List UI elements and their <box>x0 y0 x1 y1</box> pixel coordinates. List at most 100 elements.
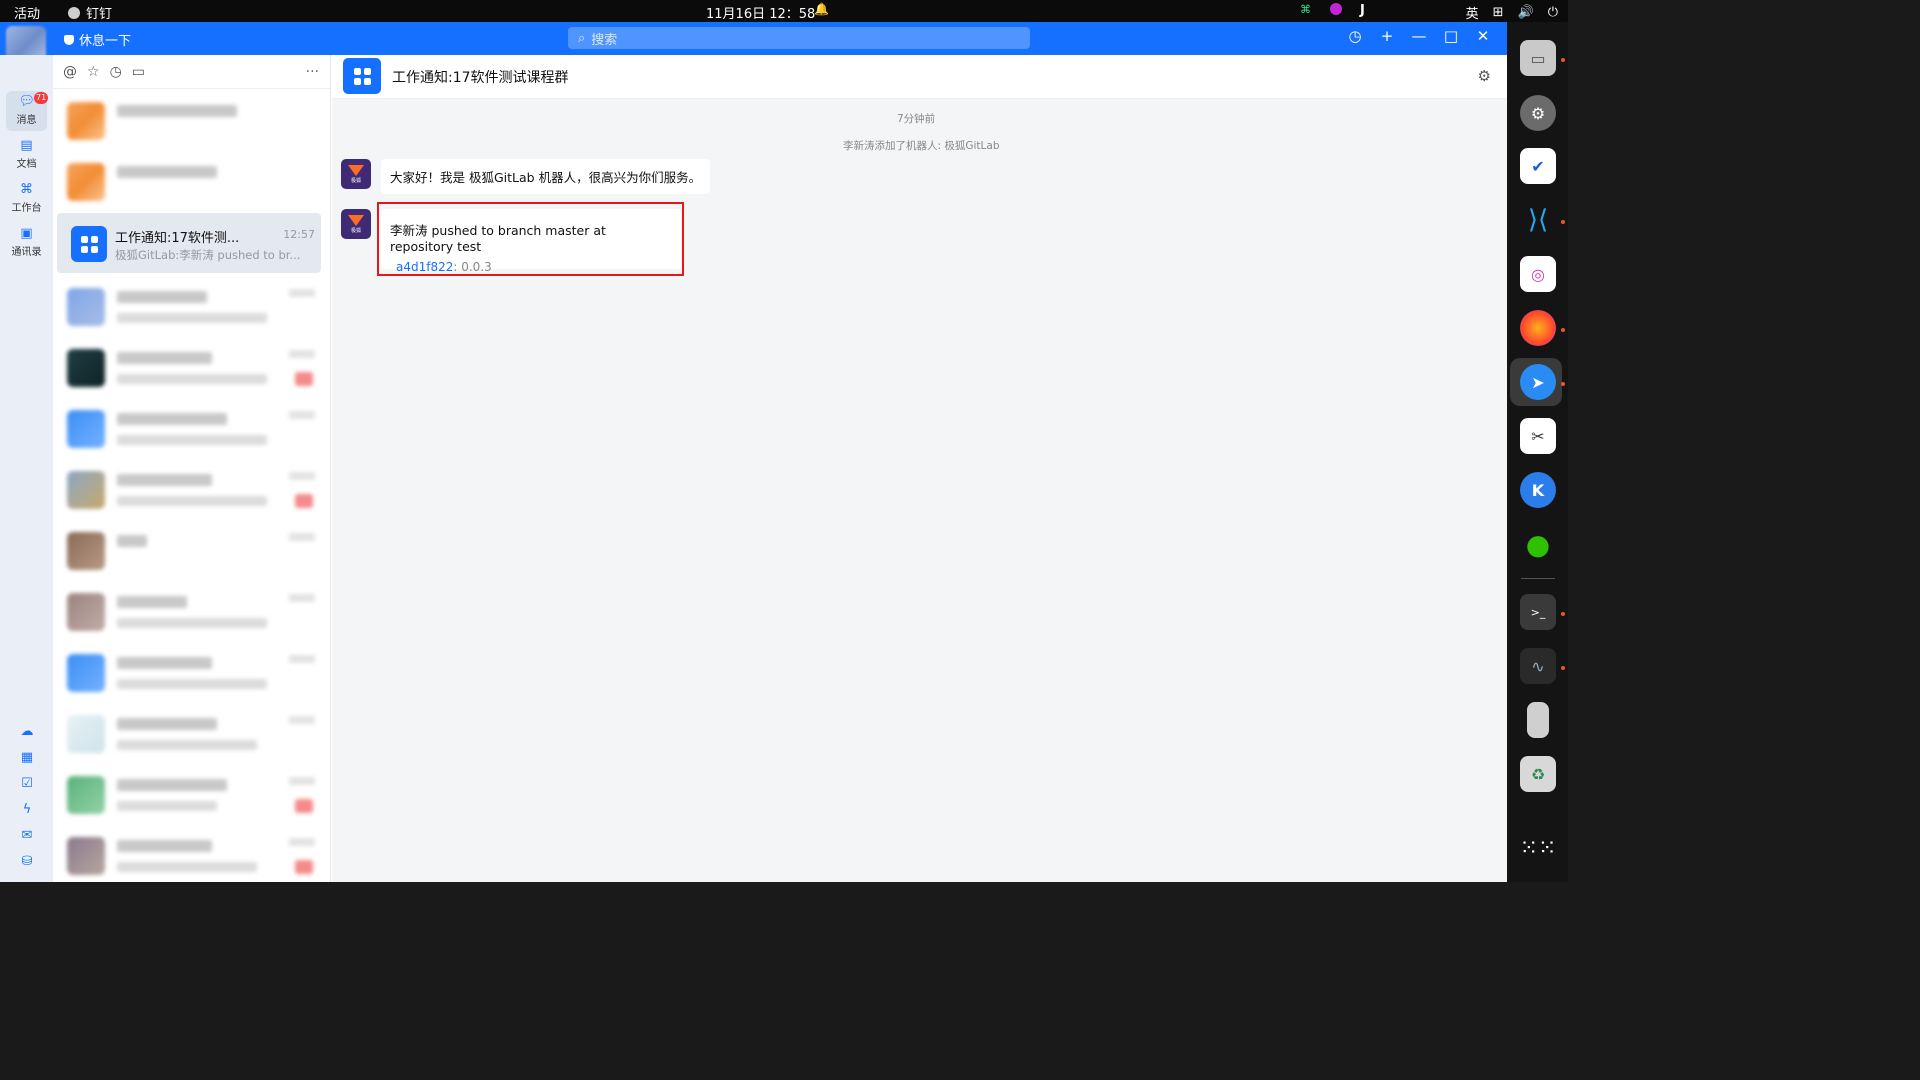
clock[interactable]: 11月16日 12：58 <box>706 3 815 22</box>
tray-network-app-icon[interactable]: ⌘ <box>1300 3 1312 16</box>
gear-icon[interactable]: ⚙ <box>1478 67 1491 85</box>
list-item[interactable] <box>57 765 321 825</box>
list-item[interactable] <box>57 277 321 337</box>
redacted-preview <box>117 313 267 323</box>
more-icon[interactable]: ··· <box>306 64 319 80</box>
clock-icon[interactable]: ◷ <box>110 64 122 80</box>
list-item[interactable] <box>57 399 321 459</box>
system-tray: ⌘ J <box>1300 3 1372 18</box>
settings-icon[interactable]: ⚙ <box>1520 95 1556 131</box>
list-toolbar: @ ☆ ◷ ▭ ··· <box>53 55 330 89</box>
unread-badge <box>295 799 313 813</box>
nav-item-workbench[interactable]: ⌘ 工作台 <box>6 179 47 219</box>
user-status[interactable]: 休息一下 <box>64 30 131 49</box>
files-icon[interactable]: ▭ <box>1520 40 1556 76</box>
add-icon[interactable]: + <box>1378 27 1396 45</box>
document-icon: ▤ <box>20 138 33 153</box>
mail-icon[interactable]: ✉ <box>18 827 36 845</box>
firefox-icon[interactable] <box>1520 310 1556 346</box>
redacted-name <box>117 105 237 117</box>
power-icon[interactable]: ⏻ <box>1548 5 1558 20</box>
nav-item-messages[interactable]: 💬︎ 71 消息 <box>6 91 49 131</box>
maximize-button[interactable]: □ <box>1442 27 1460 45</box>
lightning-icon[interactable]: ϟ <box>18 801 36 819</box>
gitlab-bot-avatar[interactable]: 极狐 <box>341 209 371 239</box>
app-menu[interactable]: 钉钉 <box>68 3 112 22</box>
list-item[interactable] <box>57 704 321 764</box>
list-item[interactable] <box>57 338 321 398</box>
list-item[interactable] <box>57 582 321 642</box>
redacted-name <box>117 413 227 425</box>
screenshot-icon[interactable]: ✂ <box>1520 418 1556 454</box>
volume-icon[interactable]: 🔊 <box>1518 5 1534 20</box>
avatar <box>67 593 105 631</box>
avatar <box>67 288 105 326</box>
work-notice-icon <box>343 58 381 94</box>
nav-item-documents[interactable]: ▤ 文档 <box>6 135 47 175</box>
history-icon[interactable]: ◷ <box>1346 27 1364 45</box>
phone-icon[interactable] <box>1527 702 1549 738</box>
global-search-input[interactable]: ⌕ 搜索 <box>568 27 1030 49</box>
bot-avatar-label: 极狐 <box>350 177 361 184</box>
list-item-selected[interactable]: 工作通知:17软件测... 12:57 极狐GitLab:李新涛 pushed … <box>57 213 321 273</box>
ide-icon[interactable]: ◎ <box>1520 256 1556 292</box>
file-icon[interactable]: ▭ <box>132 64 145 80</box>
terminal-icon[interactable]: >_ <box>1520 594 1556 630</box>
system-monitor-icon[interactable]: ∿ <box>1520 648 1556 684</box>
wechat-icon[interactable]: ● <box>1520 526 1556 562</box>
todo-icon[interactable]: ☑ <box>18 775 36 793</box>
nav-label: 文档 <box>16 159 37 170</box>
system-notice: 李新涛添加了机器人: 极狐GitLab <box>843 140 1000 152</box>
redacted-preview <box>117 740 257 750</box>
at-icon[interactable]: @ <box>63 64 77 80</box>
notification-bell-icon[interactable]: 🔔 <box>814 2 829 16</box>
minimize-button[interactable]: — <box>1410 27 1428 45</box>
redacted-preview <box>117 801 217 811</box>
calendar-icon[interactable]: ▦ <box>18 749 36 767</box>
list-item[interactable] <box>57 521 321 581</box>
message-icon: 💬︎ <box>18 94 36 109</box>
list-item[interactable] <box>57 91 321 151</box>
conversation-preview: 极狐GitLab:李新涛 pushed to br... <box>115 248 301 262</box>
redacted-preview <box>117 435 267 445</box>
nav-rail: 💬︎ 71 消息 ▤ 文档 ⌘ 工作台 ▣ 通讯录 ☁ ▦ ☑ ϟ ✉ ⛁ <box>0 55 53 882</box>
redacted-name <box>117 352 212 364</box>
dingtalk-icon[interactable]: ➤ <box>1520 364 1556 400</box>
cloud-icon[interactable]: ☁ <box>18 723 36 741</box>
tray-color-app-icon[interactable] <box>1330 3 1342 15</box>
list-item[interactable] <box>57 460 321 520</box>
status-label: 休息一下 <box>79 34 132 49</box>
kdocs-icon[interactable]: K <box>1520 472 1556 508</box>
activities-button[interactable]: 活动 <box>14 3 40 22</box>
star-icon[interactable]: ☆ <box>87 64 100 80</box>
unread-badge <box>295 860 313 874</box>
redacted-time <box>289 716 315 724</box>
wps-icon[interactable]: ✔ <box>1520 148 1556 184</box>
tray-j-app-icon[interactable]: J <box>1360 3 1372 18</box>
avatar <box>67 471 105 509</box>
redacted-time <box>289 350 315 358</box>
nav-label: 通讯录 <box>11 247 42 258</box>
redacted-preview <box>117 679 267 689</box>
nav-label: 消息 <box>16 115 37 126</box>
redacted-preview <box>117 496 267 506</box>
chat-header: 工作通知:17软件测试课程群 ⚙ <box>332 55 1507 99</box>
highlight-box <box>377 202 684 276</box>
app-grid-icon[interactable]: ⁙⁙ <box>1520 830 1557 866</box>
avatar <box>67 102 105 140</box>
input-method-indicator[interactable]: 英 <box>1466 3 1479 22</box>
gitlab-bot-avatar[interactable]: 极狐 <box>341 159 371 189</box>
network-icon[interactable]: ⊞ <box>1493 5 1504 20</box>
vscode-icon[interactable]: ⟩⟨ <box>1520 202 1556 238</box>
nav-item-contacts[interactable]: ▣ 通讯录 <box>6 223 47 263</box>
close-button[interactable]: ✕ <box>1474 27 1492 45</box>
redacted-name <box>117 291 207 303</box>
message-bubble[interactable]: 大家好！我是 极狐GitLab 机器人，很高兴为你们服务。 <box>381 159 711 194</box>
list-item[interactable] <box>57 826 321 882</box>
list-item[interactable] <box>57 643 321 703</box>
drive-icon[interactable]: ⛁ <box>18 853 36 871</box>
list-item[interactable] <box>57 152 321 212</box>
trash-icon[interactable]: ♻ <box>1520 756 1556 792</box>
redacted-time <box>289 594 315 602</box>
dock: ▭ ⚙ ✔ ⟩⟨ ◎ ➤ ✂ K ● >_ ∿ ♻ ⁙⁙ <box>1507 22 1568 882</box>
